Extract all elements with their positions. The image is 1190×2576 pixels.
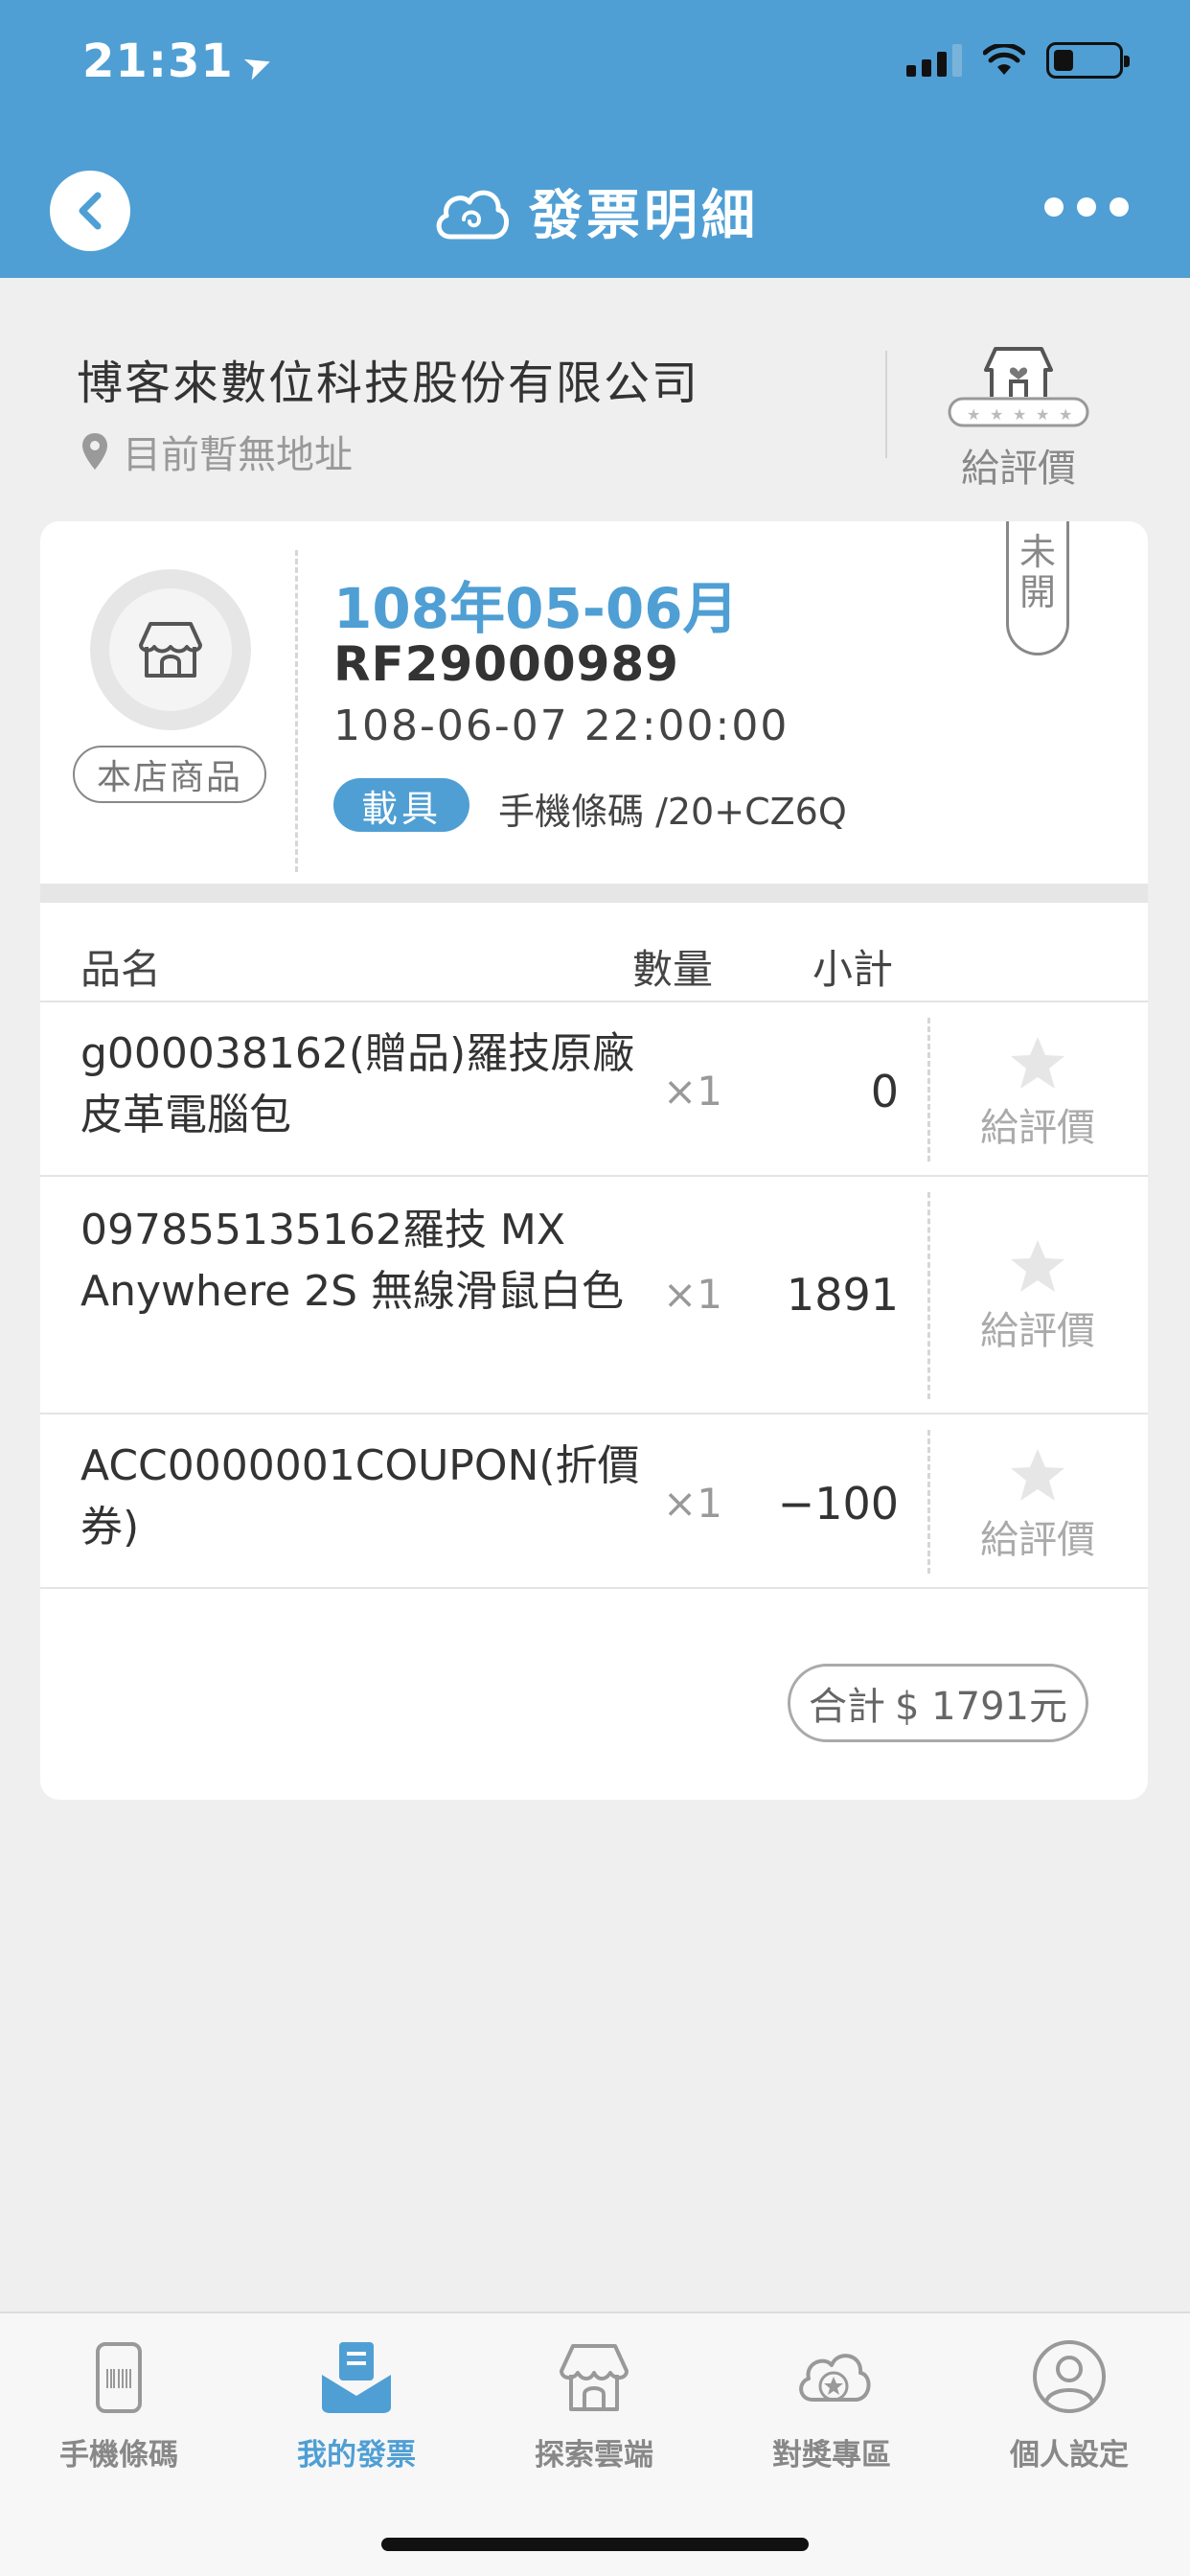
tab-label: 個人設定 — [1010, 2438, 1129, 2472]
item-subtotal: −100 — [777, 1478, 899, 1530]
battery-icon — [1046, 42, 1130, 79]
star-icon — [1011, 1037, 1064, 1089]
item-qty: ×1 — [663, 1480, 722, 1527]
invoice-datetime: 108-06-07 22:00:00 — [333, 702, 790, 750]
svg-text:★: ★ — [1059, 405, 1072, 424]
page-title: 發票明細 — [529, 185, 759, 247]
item-qty: ×1 — [663, 1068, 722, 1115]
rate-item-label: 給評價 — [980, 1106, 1095, 1150]
title-area: 發票明細 — [0, 172, 1190, 250]
item-name: ACC0000001COUPON(折價券) — [80, 1441, 640, 1552]
header-name: 品名 — [80, 946, 162, 993]
status-char-2: 開 — [1018, 570, 1056, 613]
store-address-text: 目前暫無地址 — [123, 433, 353, 477]
svg-text:★: ★ — [1036, 405, 1049, 424]
dashed-divider — [927, 1018, 930, 1162]
home-indicator — [381, 2538, 809, 2551]
svg-text:★: ★ — [967, 405, 980, 424]
total-badge: 合計 $ 1791元 — [788, 1664, 1088, 1742]
shop-avatar — [90, 569, 251, 730]
invoice-period: 108年05-06月 — [333, 576, 739, 641]
tab-lottery[interactable]: 對獎專區 — [713, 2336, 950, 2473]
user-icon — [1033, 2340, 1106, 2413]
own-goods-badge[interactable]: 本店商品 — [73, 746, 266, 803]
tab-bar: 手機條碼 我的發票 探索雲端 對獎專區 個人設定 — [0, 2312, 1190, 2576]
status-time: 21:31 ➤ — [82, 34, 279, 89]
barcode-phone-icon — [96, 2342, 142, 2413]
item-name: 097855135162羅技 MX Anywhere 2S 無線滑鼠白色 — [80, 1206, 625, 1316]
status-time-text: 21:31 — [82, 34, 234, 88]
tab-label: 對獎專區 — [772, 2438, 891, 2472]
table-header: 品名 數量 小計 — [40, 903, 1148, 1002]
star-icon — [1011, 1449, 1064, 1501]
store-rating-icon: ★ ★ ★ ★ ★ — [948, 347, 1089, 427]
carrier-value: 手機條碼 /20+CZ6Q — [498, 791, 847, 833]
tab-label: 手機條碼 — [59, 2438, 178, 2472]
wifi-icon — [983, 44, 1025, 75]
cloud-star-icon — [799, 2354, 871, 2402]
status-icons — [906, 42, 1130, 79]
dashed-divider — [927, 1192, 930, 1399]
dashed-divider — [927, 1430, 930, 1574]
rate-item-button[interactable]: 給評價 — [966, 1238, 1110, 1355]
header: 21:31 ➤ 發票明細 — [0, 0, 1190, 278]
store-info: 博客來數位科技股份有限公司 目前暫無地址 ★ ★ ★ ★ ★ 給評價 — [0, 316, 1190, 491]
more-dot — [1110, 197, 1129, 217]
rate-item-button[interactable]: 給評價 — [966, 1447, 1110, 1564]
table-row: g000038162(贈品)羅技原廠皮革電腦包 ×1 0 給評價 — [40, 1002, 1148, 1177]
svg-text:★: ★ — [990, 405, 1003, 424]
header-qty: 數量 — [632, 946, 714, 993]
store-name: 博客來數位科技股份有限公司 — [77, 356, 700, 410]
table-row: ACC0000001COUPON(折價券) ×1 −100 給評價 — [40, 1414, 1148, 1589]
location-arrow-icon: ➤ — [237, 41, 280, 90]
star-icon — [1011, 1240, 1064, 1292]
store-address: 目前暫無地址 — [80, 424, 353, 479]
item-subtotal: 1891 — [786, 1269, 899, 1321]
header-subtotal: 小計 — [812, 946, 894, 993]
invoice-number: RF29000989 — [333, 636, 679, 692]
cloud-logo-icon — [436, 190, 509, 239]
item-subtotal: 0 — [870, 1066, 899, 1117]
svg-text:★: ★ — [1013, 405, 1026, 424]
tab-mobile-barcode[interactable]: 手機條碼 — [0, 2336, 238, 2473]
tab-personal-settings[interactable]: 個人設定 — [950, 2336, 1188, 2473]
carrier-tag: 載具 — [333, 778, 469, 832]
store-icon — [139, 622, 202, 678]
tab-label: 我的發票 — [297, 2438, 416, 2472]
total-label: 合計 — [809, 1685, 886, 1729]
item-name: g000038162(贈品)羅技原廠皮革電腦包 — [80, 1029, 635, 1139]
invoice-inbox-icon — [322, 2342, 391, 2413]
rate-item-label: 給評價 — [980, 1518, 1095, 1562]
table-row: 097855135162羅技 MX Anywhere 2S 無線滑鼠白色 ×1 … — [40, 1177, 1148, 1414]
unopened-status-badge: 未 開 — [1006, 521, 1069, 656]
tab-label: 探索雲端 — [535, 2438, 653, 2472]
tab-explore-cloud[interactable]: 探索雲端 — [475, 2336, 713, 2473]
dashed-divider — [295, 550, 298, 872]
item-qty: ×1 — [663, 1271, 722, 1318]
tab-my-invoices[interactable]: 我的發票 — [238, 2336, 475, 2473]
total-value: $ 1791元 — [895, 1685, 1067, 1729]
rate-store-button[interactable]: ★ ★ ★ ★ ★ 給評價 — [947, 343, 1090, 491]
invoice-card: 本店商品 108年05-06月 RF29000989 108-06-07 22:… — [40, 521, 1148, 1800]
section-gap — [40, 884, 1148, 903]
more-dot — [1044, 197, 1064, 217]
invoice-summary: 本店商品 108年05-06月 RF29000989 108-06-07 22:… — [40, 521, 1148, 884]
divider — [885, 351, 887, 458]
rate-store-label: 給評價 — [961, 447, 1076, 491]
cellular-signal-icon — [906, 44, 962, 77]
location-pin-icon — [82, 433, 107, 470]
shop-avatar-inner — [109, 588, 232, 711]
more-dot — [1077, 197, 1096, 217]
rate-item-label: 給評價 — [980, 1309, 1095, 1353]
status-char-1: 未 — [1018, 531, 1056, 573]
store-icon — [560, 2344, 629, 2411]
rate-item-button[interactable]: 給評價 — [966, 1035, 1110, 1152]
more-options-button[interactable] — [1044, 197, 1129, 217]
